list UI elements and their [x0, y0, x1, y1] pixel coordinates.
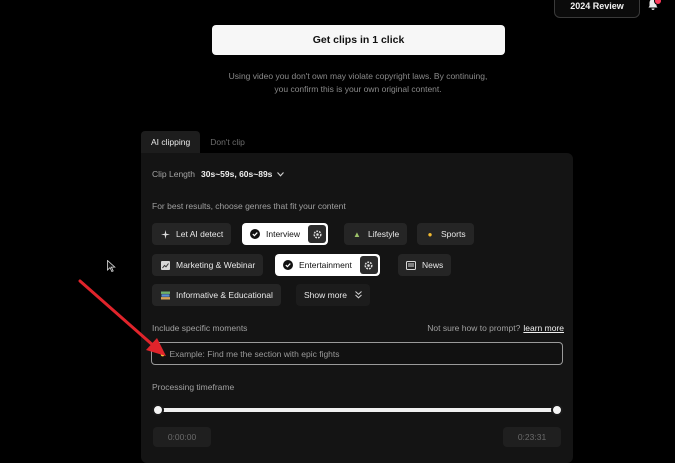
- show-more-button[interactable]: Show more: [296, 284, 370, 306]
- genre-chip-sports[interactable]: ● Sports: [417, 223, 474, 245]
- copyright-notice: Using video you don't own may violate co…: [200, 70, 516, 96]
- genre-chip-news[interactable]: News: [398, 254, 452, 276]
- chart-icon: [160, 260, 170, 270]
- genre-label: Let AI detect: [176, 229, 224, 239]
- clip-length-selector[interactable]: Clip Length 30s~59s, 60s~89s: [152, 169, 285, 179]
- genre-hint: For best results, choose genres that fit…: [152, 201, 346, 211]
- moments-prompt-input[interactable]: ● Example: Find me the section with epic…: [151, 342, 563, 365]
- genre-chip-entertainment[interactable]: Entertainment: [275, 254, 380, 276]
- timeframe-start-handle[interactable]: [152, 404, 164, 416]
- chevron-down-icon: [277, 169, 285, 179]
- notification-badge: [654, 0, 662, 5]
- double-chevron-down-icon: [355, 291, 362, 299]
- show-more-label: Show more: [304, 290, 347, 300]
- medal-icon: ●: [427, 229, 433, 239]
- genre-label: News: [422, 260, 444, 270]
- genre-chip-let-ai-detect[interactable]: Let AI detect: [152, 223, 232, 245]
- ai-clipping-panel: Clip Length 30s~59s, 60s~89s For best re…: [141, 153, 573, 463]
- tab-ai-clipping[interactable]: AI clipping: [141, 131, 201, 153]
- tab-dont-clip[interactable]: Don't clip: [200, 131, 255, 153]
- genre-label: Lifestyle: [368, 229, 400, 239]
- prompt-placeholder: Example: Find me the section with epic f…: [169, 348, 340, 359]
- genre-label: Entertainment: [299, 260, 352, 270]
- clip-length-label: Clip Length: [152, 169, 196, 179]
- genre-label: Marketing & Webinar: [176, 260, 256, 270]
- copyright-notice-line-2: you confirm this is your own original co…: [274, 84, 442, 94]
- clip-length-value: 30s~59s, 60s~89s: [201, 169, 273, 179]
- genre-chip-lifestyle[interactable]: ▲ Lifestyle: [344, 223, 408, 245]
- mouse-cursor-icon: [107, 259, 116, 275]
- genre-label: Interview: [266, 229, 301, 239]
- genre-label: Sports: [441, 229, 466, 239]
- timeframe-end-time[interactable]: 0:23:31: [503, 427, 561, 447]
- clipping-tabs: AI clipping Don't clip: [141, 131, 255, 153]
- lightbulb-icon: ●: [160, 348, 166, 359]
- genre-label: Informative & Educational: [176, 290, 273, 300]
- timeframe-end-handle[interactable]: [551, 404, 563, 416]
- prompt-help-text: Not sure how to prompt?: [427, 323, 521, 333]
- check-circle-icon: [250, 229, 260, 239]
- moments-label: Include specific moments: [152, 323, 248, 333]
- prompt-help: Not sure how to prompt? learn more: [427, 323, 564, 333]
- copyright-notice-line-1: Using video you don't own may violate co…: [228, 71, 488, 81]
- gear-icon[interactable]: [308, 225, 327, 243]
- review-2024-button[interactable]: 2024 Review: [554, 0, 640, 18]
- genre-chip-interview[interactable]: Interview: [242, 223, 329, 245]
- processing-timeframe-label: Processing timeframe: [152, 382, 235, 392]
- genre-chip-marketing-webinar[interactable]: Marketing & Webinar: [152, 254, 264, 276]
- genre-chip-informative-educational[interactable]: Informative & Educational: [152, 284, 281, 306]
- lifestyle-icon: ▲: [353, 229, 361, 239]
- newspaper-icon: [406, 260, 416, 270]
- timeframe-slider-track[interactable]: [158, 408, 557, 412]
- learn-more-link[interactable]: learn more: [523, 323, 564, 333]
- books-icon: [160, 290, 170, 300]
- sparkle-icon: [160, 229, 170, 239]
- get-clips-button[interactable]: Get clips in 1 click: [212, 25, 505, 55]
- gear-icon[interactable]: [359, 256, 378, 274]
- timeframe-start-time[interactable]: 0:00:00: [153, 427, 211, 447]
- check-circle-icon: [283, 260, 293, 270]
- bell-icon[interactable]: [646, 0, 662, 13]
